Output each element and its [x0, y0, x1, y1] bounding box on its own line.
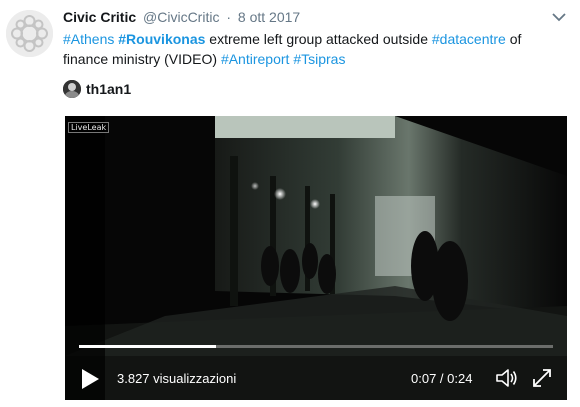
mentioned-user-name[interactable]: th1an1	[86, 81, 131, 97]
tweet-text: #Athens #Rouvikonas extreme left group a…	[63, 29, 563, 69]
video-time: 0:07 / 0:24	[411, 371, 473, 386]
liveleak-watermark: LiveLeak	[68, 122, 110, 133]
video-progress-fill	[79, 345, 217, 348]
hashtag-link[interactable]: #Antireport	[221, 51, 289, 67]
author-avatar[interactable]	[6, 10, 53, 57]
play-icon[interactable]	[79, 368, 101, 390]
hashtag-link[interactable]: #Rouvikonas	[118, 31, 205, 47]
view-count: 3.827 visualizzazioni	[117, 371, 237, 386]
author-handle[interactable]: @CivicCritic	[143, 9, 219, 25]
author-name[interactable]: Civic Critic	[63, 9, 136, 25]
tweet-header: Civic Critic @CivicCritic · 8 ott 2017	[63, 9, 300, 25]
mentioned-user[interactable]: th1an1	[63, 80, 131, 98]
tweet-text-segment: extreme left group attacked outside	[205, 31, 432, 47]
fullscreen-icon[interactable]	[531, 367, 553, 389]
video-progress-bar[interactable]	[79, 345, 553, 348]
separator-dot: ·	[226, 9, 232, 25]
video-player[interactable]: LiveLeak 3.827 visualizzazioni 0:07 / 0:…	[65, 116, 567, 400]
video-frame	[65, 116, 567, 400]
volume-icon[interactable]	[495, 367, 519, 389]
hashtag-link[interactable]: #Tsipras	[293, 51, 345, 67]
tweet-date[interactable]: 8 ott 2017	[238, 9, 300, 25]
hashtag-link[interactable]: #Athens	[63, 31, 114, 47]
mentioned-user-avatar	[63, 80, 81, 98]
chevron-down-icon[interactable]	[551, 10, 567, 22]
hashtag-link[interactable]: #datacentre	[432, 31, 506, 47]
